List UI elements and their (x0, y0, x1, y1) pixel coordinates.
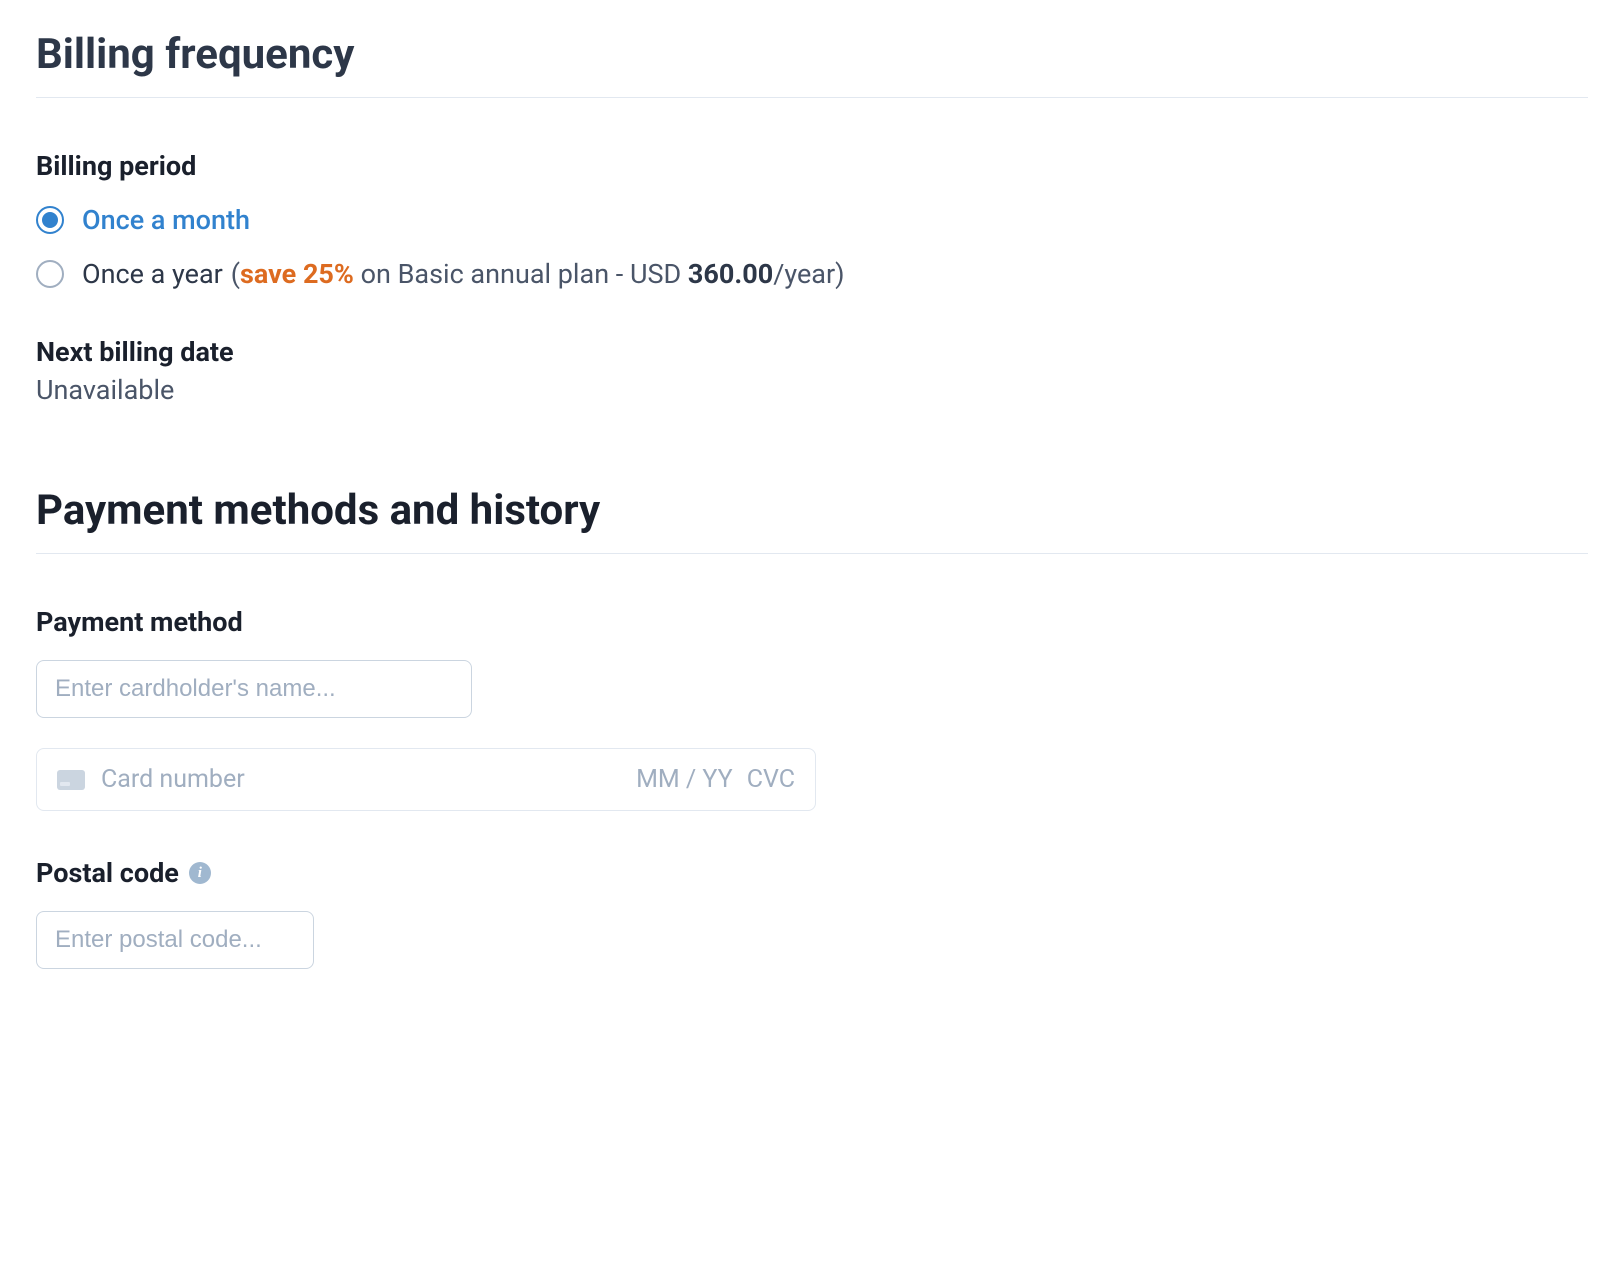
card-cvc-placeholder: CVC (747, 765, 795, 794)
credit-card-icon (57, 770, 85, 790)
savings-middle: on Basic annual plan - USD (354, 258, 688, 290)
postal-label-row: Postal code i (36, 857, 1588, 889)
postal-code-group: Postal code i (36, 857, 1588, 969)
savings-highlight: save 25% (240, 258, 354, 290)
postal-code-label: Postal code (36, 857, 179, 889)
radio-unselected-icon (36, 260, 64, 288)
payment-method-group: Payment method Card number MM / YY CVC (36, 606, 1588, 811)
card-number-placeholder: Card number (101, 765, 636, 794)
next-billing-group: Next billing date Unavailable (36, 336, 1588, 406)
radio-selected-icon (36, 206, 64, 234)
postal-code-input[interactable] (36, 911, 314, 969)
info-icon[interactable]: i (189, 862, 211, 884)
billing-frequency-section: Billing frequency Billing period Once a … (36, 30, 1588, 406)
billing-period-label: Billing period (36, 150, 1588, 182)
savings-prefix: ( (231, 258, 240, 290)
card-expiry-placeholder: MM / YY (636, 765, 733, 794)
savings-price: 360.00 (688, 258, 773, 290)
payment-methods-section: Payment methods and history Payment meth… (36, 486, 1588, 969)
savings-suffix: /year) (773, 258, 844, 290)
billing-period-group: Billing period Once a month Once a year … (36, 150, 1588, 290)
next-billing-label: Next billing date (36, 336, 1588, 368)
payment-method-label: Payment method (36, 606, 1588, 638)
billing-yearly-annotation: (save 25% on Basic annual plan - USD 360… (231, 258, 845, 290)
billing-yearly-label: Once a year (82, 258, 223, 290)
payment-methods-heading: Payment methods and history (36, 486, 1588, 554)
billing-frequency-heading: Billing frequency (36, 30, 1588, 98)
next-billing-value: Unavailable (36, 374, 1588, 406)
billing-monthly-label: Once a month (82, 204, 250, 236)
card-details-row[interactable]: Card number MM / YY CVC (36, 748, 816, 811)
billing-monthly-option[interactable]: Once a month (36, 204, 1588, 236)
billing-yearly-option[interactable]: Once a year (save 25% on Basic annual pl… (36, 258, 1588, 290)
cardholder-name-input[interactable] (36, 660, 472, 718)
